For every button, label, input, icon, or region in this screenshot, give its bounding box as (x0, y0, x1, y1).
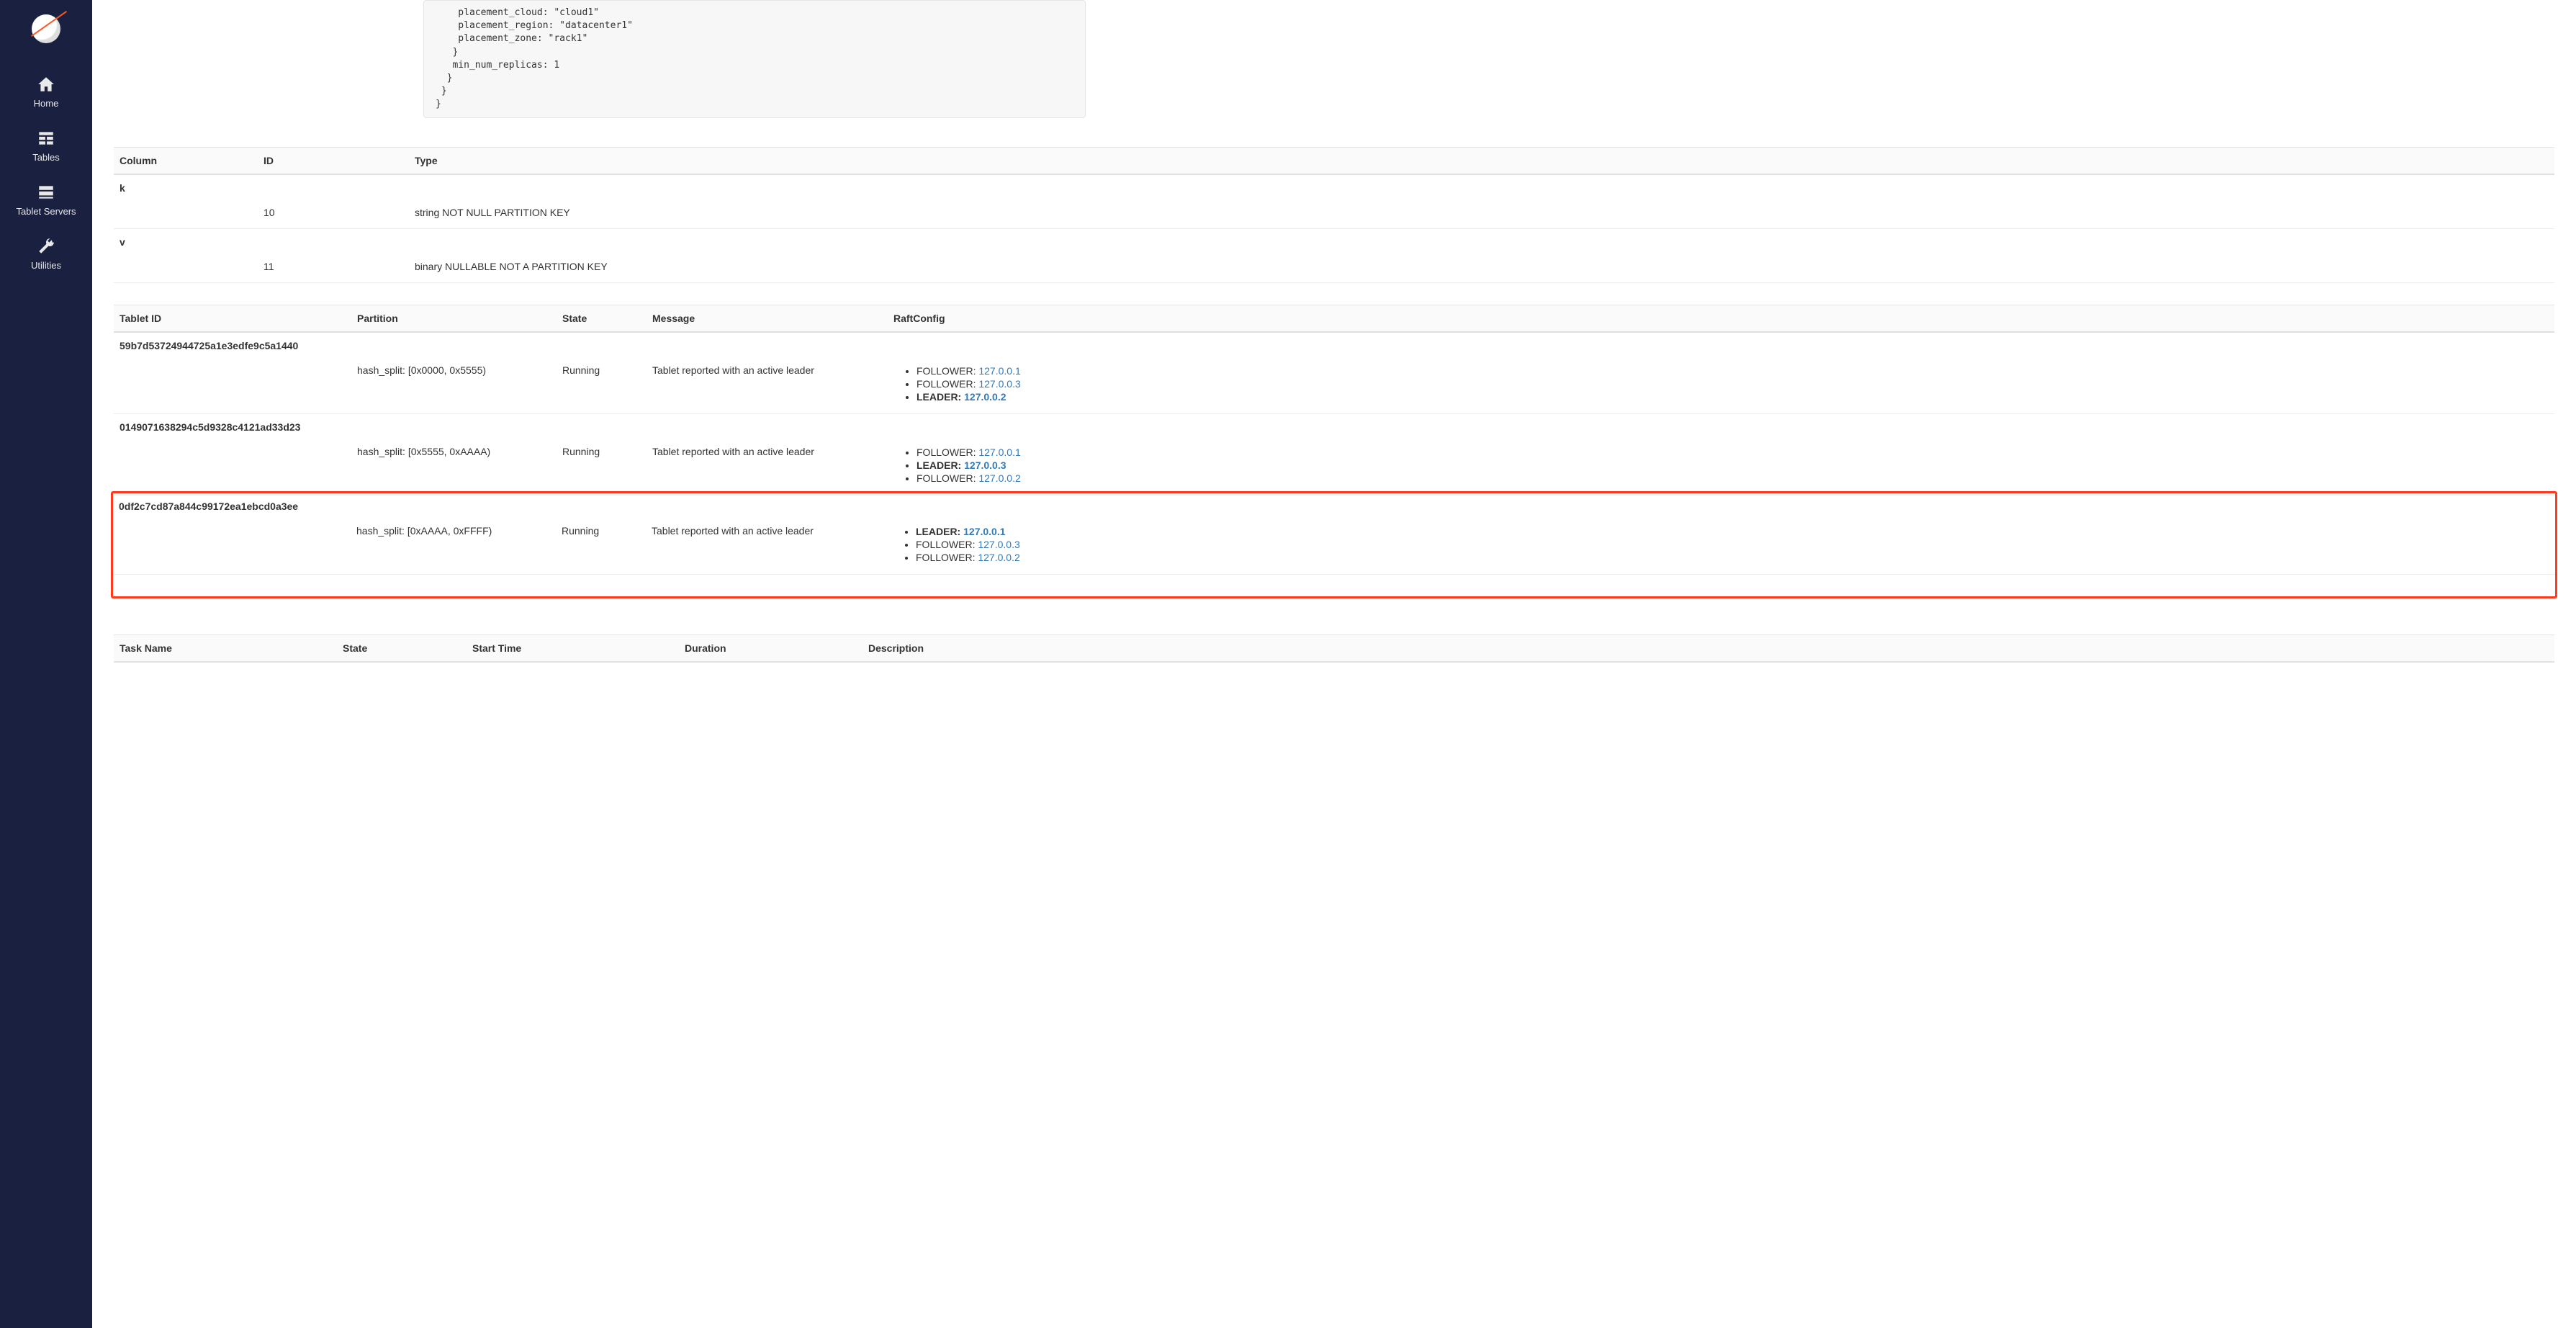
table-icon (37, 129, 55, 148)
raft-member: LEADER: 127.0.0.1 (916, 525, 2549, 538)
column-name: k (114, 174, 2554, 197)
highlighted-tablet: 0df2c7cd87a844c99172ea1ebcd0a3eehash_spl… (111, 491, 2557, 598)
tablet-id: 0149071638294c5d9328c4121ad33d23 (114, 413, 2554, 436)
column-name: v (114, 228, 2554, 251)
raft-role: FOLLOWER: (917, 447, 978, 458)
tablets-header-raft: RaftConfig (888, 305, 2554, 332)
raft-member: FOLLOWER: 127.0.0.1 (917, 446, 2549, 459)
columns-header-type: Type (409, 147, 2554, 174)
columns-header-id: ID (258, 147, 409, 174)
raft-ip-link[interactable]: 127.0.0.3 (978, 539, 1019, 550)
home-icon (37, 75, 55, 94)
raft-member: FOLLOWER: 127.0.0.1 (917, 364, 2549, 377)
raft-ip-link[interactable]: 127.0.0.2 (978, 472, 1020, 484)
tablet-partition: hash_split: [0x5555, 0xAAAA) (351, 436, 557, 495)
tablet-message: Tablet reported with an active leader (646, 515, 887, 575)
sidebar-item-tablet-servers[interactable]: Tablet Servers (0, 173, 92, 227)
raft-member: FOLLOWER: 127.0.0.2 (917, 472, 2549, 485)
tablet-raft-config: FOLLOWER: 127.0.0.1LEADER: 127.0.0.3FOLL… (888, 436, 2554, 495)
raft-role: FOLLOWER: (916, 552, 978, 563)
sidebar-item-home[interactable]: Home (0, 65, 92, 119)
tablet-row: hash_split: [0xAAAA, 0xFFFF)RunningTable… (113, 515, 2555, 575)
raft-member: LEADER: 127.0.0.3 (917, 459, 2549, 472)
tablet-row: hash_split: [0x0000, 0x5555)RunningTable… (114, 354, 2554, 414)
raft-member: LEADER: 127.0.0.2 (917, 390, 2549, 403)
tablet-id: 0df2c7cd87a844c99172ea1ebcd0a3ee (113, 493, 2555, 515)
columns-table: Column ID Type k10string NOT NULL PARTIT… (114, 147, 2554, 283)
tasks-header-duration: Duration (679, 634, 863, 662)
sidebar-item-label: Home (34, 98, 59, 109)
raft-role: LEADER: (917, 459, 964, 471)
raft-ip-link[interactable]: 127.0.0.1 (978, 447, 1020, 458)
columns-header-column: Column (114, 147, 258, 174)
tablet-state: Running (557, 436, 647, 495)
wrench-icon (37, 237, 55, 256)
raft-ip-link[interactable]: 127.0.0.2 (978, 552, 1019, 563)
tasks-header-start: Start Time (467, 634, 679, 662)
tablet-raft-config: FOLLOWER: 127.0.0.1FOLLOWER: 127.0.0.3LE… (888, 354, 2554, 414)
server-icon (37, 183, 55, 202)
tablet-message: Tablet reported with an active leader (647, 354, 888, 414)
main-content: placement_cloud: "cloud1" placement_regi… (92, 0, 2576, 1328)
tablet-id: 59b7d53724944725a1e3edfe9c5a1440 (114, 332, 2554, 354)
raft-role: LEADER: (916, 526, 963, 537)
replication-config-code: placement_cloud: "cloud1" placement_regi… (423, 0, 1086, 118)
tasks-header-name: Task Name (114, 634, 337, 662)
logo-icon (32, 14, 60, 43)
tablet-partition: hash_split: [0x0000, 0x5555) (351, 354, 557, 414)
raft-role: FOLLOWER: (917, 472, 978, 484)
tablets-header-id: Tablet ID (114, 305, 351, 332)
raft-role: LEADER: (917, 391, 964, 403)
tablet-row: hash_split: [0x5555, 0xAAAA)RunningTable… (114, 436, 2554, 495)
raft-ip-link[interactable]: 127.0.0.3 (978, 378, 1020, 390)
tasks-header-description: Description (863, 634, 2554, 662)
tablet-state: Running (557, 354, 647, 414)
sidebar-item-label: Tablet Servers (16, 206, 76, 217)
tablet-partition: hash_split: [0xAAAA, 0xFFFF) (351, 515, 556, 575)
tablet-state: Running (556, 515, 646, 575)
raft-ip-link[interactable]: 127.0.0.1 (978, 365, 1020, 377)
tablets-table: Tablet ID Partition State Message RaftCo… (114, 305, 2554, 613)
raft-role: FOLLOWER: (917, 365, 978, 377)
column-id: 11 (258, 251, 409, 283)
raft-member: FOLLOWER: 127.0.0.2 (916, 551, 2549, 564)
tasks-header-state: State (337, 634, 467, 662)
raft-member: FOLLOWER: 127.0.0.3 (916, 538, 2549, 551)
column-type: string NOT NULL PARTITION KEY (409, 197, 2554, 229)
tablets-header-partition: Partition (351, 305, 557, 332)
sidebar: Home Tables Tablet Servers Utilities (0, 0, 92, 1328)
column-row: 10string NOT NULL PARTITION KEY (114, 197, 2554, 229)
tablet-raft-config: LEADER: 127.0.0.1FOLLOWER: 127.0.0.3FOLL… (887, 515, 2555, 575)
raft-ip-link[interactable]: 127.0.0.1 (963, 526, 1005, 537)
column-id: 10 (258, 197, 409, 229)
raft-role: FOLLOWER: (916, 539, 978, 550)
sidebar-item-tables[interactable]: Tables (0, 119, 92, 173)
tasks-table: Task Name State Start Time Duration Desc… (114, 634, 2554, 663)
column-type: binary NULLABLE NOT A PARTITION KEY (409, 251, 2554, 283)
tablet-message: Tablet reported with an active leader (647, 436, 888, 495)
raft-ip-link[interactable]: 127.0.0.2 (964, 391, 1006, 403)
sidebar-item-label: Utilities (31, 260, 61, 271)
raft-ip-link[interactable]: 127.0.0.3 (964, 459, 1006, 471)
tablets-header-message: Message (647, 305, 888, 332)
raft-role: FOLLOWER: (917, 378, 978, 390)
sidebar-item-utilities[interactable]: Utilities (0, 227, 92, 281)
column-row: 11binary NULLABLE NOT A PARTITION KEY (114, 251, 2554, 283)
raft-member: FOLLOWER: 127.0.0.3 (917, 377, 2549, 390)
tablets-header-state: State (557, 305, 647, 332)
sidebar-item-label: Tables (32, 152, 60, 163)
